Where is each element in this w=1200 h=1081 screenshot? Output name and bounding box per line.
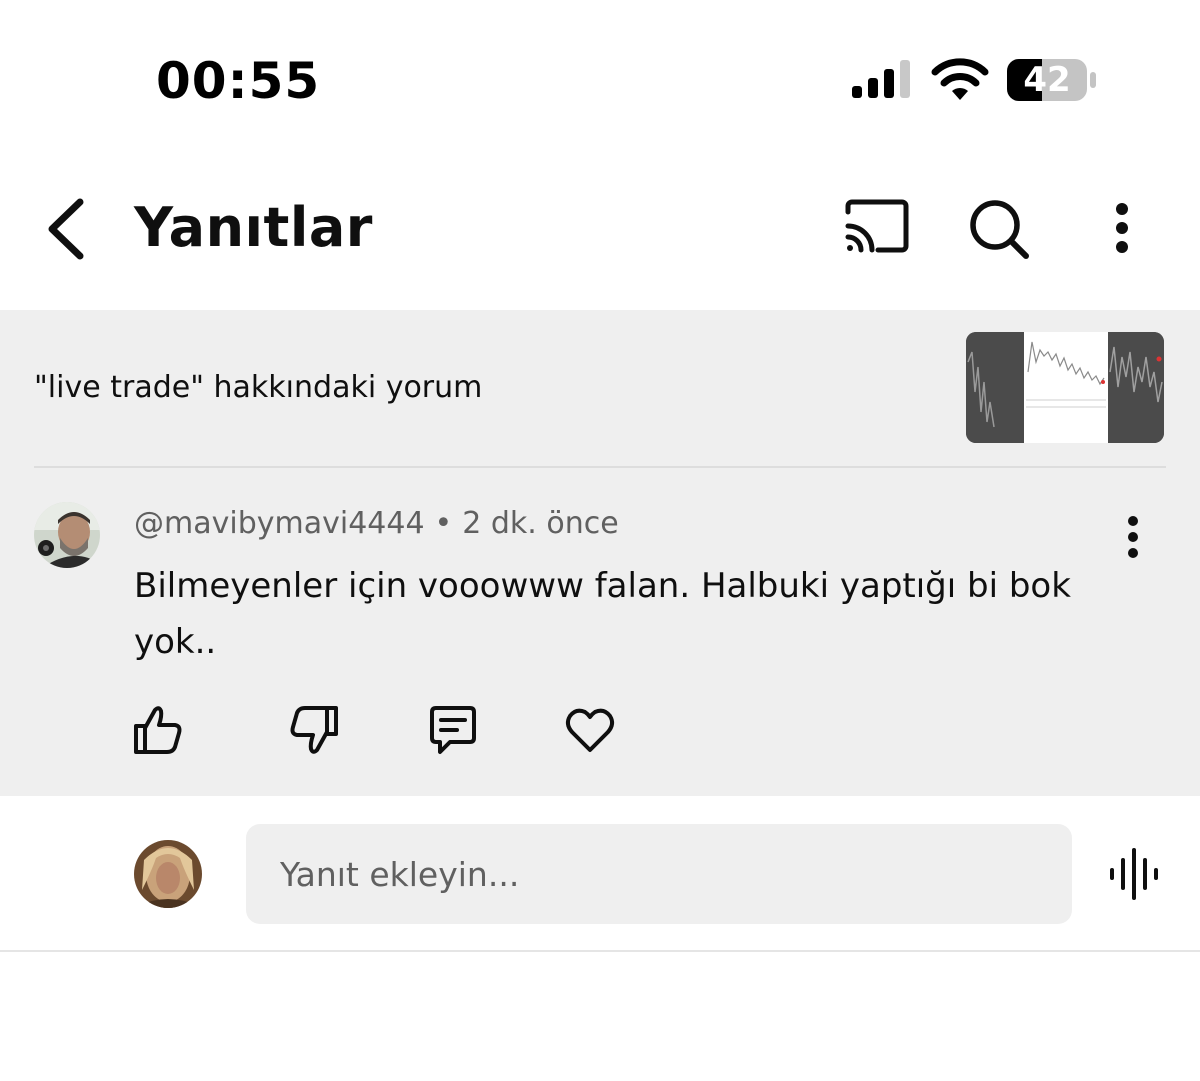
page-title: Yanıtlar <box>134 196 373 259</box>
app-header: Yanıtlar <box>0 160 1200 310</box>
status-time: 00:55 <box>156 52 321 110</box>
cellular-signal-icon <box>852 60 910 98</box>
reply-input[interactable] <box>246 824 1072 924</box>
back-arrow-icon[interactable] <box>36 194 96 264</box>
wifi-icon <box>931 58 989 100</box>
status-bar: 00:55 42 <box>0 0 1200 160</box>
reply-bar <box>0 796 1200 952</box>
comment-meta: @mavibymavi4444 • 2 dk. önce <box>134 506 619 541</box>
thumbs-up-icon[interactable] <box>130 702 186 758</box>
comment-timestamp: 2 dk. önce <box>462 506 619 541</box>
reply-icon[interactable] <box>424 702 480 758</box>
comment-author[interactable]: @mavibymavi4444 <box>134 506 425 541</box>
comment-body: Bilmeyenler için vooowww falan. Halbuki … <box>134 566 1071 662</box>
comment-context[interactable]: "live trade" hakkındaki yorum <box>34 370 482 405</box>
more-vertical-icon[interactable] <box>1116 514 1150 560</box>
video-thumbnail[interactable] <box>966 332 1164 443</box>
microphone-icon[interactable] <box>1106 846 1162 902</box>
cast-icon[interactable] <box>842 198 912 258</box>
meta-separator: • <box>434 506 453 541</box>
avatar[interactable] <box>134 840 202 908</box>
thumbs-down-icon[interactable] <box>286 702 342 758</box>
avatar[interactable] <box>34 502 100 568</box>
heart-icon[interactable] <box>562 702 618 758</box>
search-icon[interactable] <box>966 196 1032 262</box>
comment-thread-panel: "live trade" hakkındaki yorum @mavibymav… <box>0 310 1200 796</box>
divider <box>34 466 1166 468</box>
more-vertical-icon[interactable] <box>1102 196 1142 262</box>
battery-level: 42 <box>1023 60 1071 100</box>
